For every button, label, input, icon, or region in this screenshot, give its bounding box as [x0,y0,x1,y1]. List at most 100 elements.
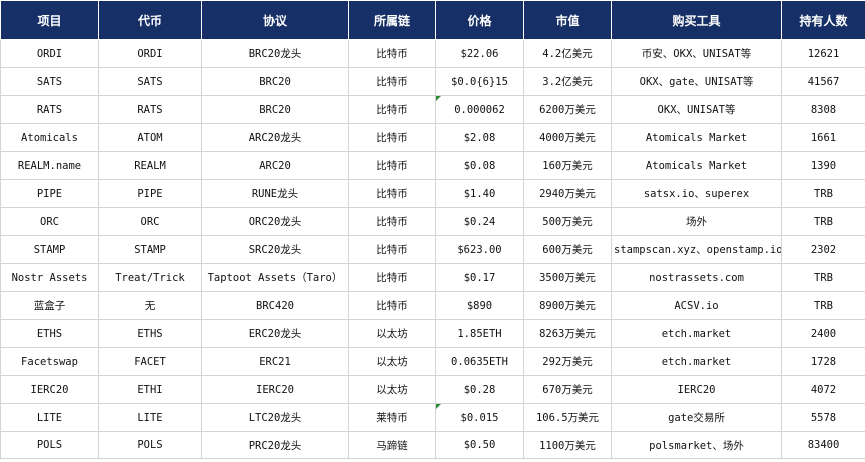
cell-holders: 83400 [781,431,865,459]
cell-protocol: LTC20龙头 [201,403,349,432]
cell-price: $623.00 [435,235,524,264]
cell-buy-tools: IERC20 [611,375,782,404]
table-row: 蓝盒子无 BRC420 比特币 $890 8900万美元 ACSV.io TRB [0,291,865,320]
cell-project: IERC20 [0,375,99,404]
cell-holders: 41567 [781,67,865,96]
col-header-holders: 持有人数 [781,0,865,40]
cell-price: $890 [435,291,524,320]
cell-protocol: ERC21 [201,347,349,376]
cell-project: REALM.name [0,151,99,180]
cell-buy-tools: nostrassets.com [611,263,782,292]
cell-market-cap: 8900万美元 [523,291,612,320]
cell-holders: TRB [781,179,865,208]
cell-project: ORC [0,207,99,236]
cell-price: $0.28 [435,375,524,404]
cell-chain: 比特币 [348,291,436,320]
cell-protocol: BRC20 [201,95,349,124]
cell-token: SATS [98,67,202,96]
cell-holders: 1390 [781,151,865,180]
cell-token: ETHS [98,319,202,348]
cell-project: Facetswap [0,347,99,376]
cell-protocol: ORC20龙头 [201,207,349,236]
cell-project: STAMP [0,235,99,264]
cell-project: Nostr Assets [0,263,99,292]
table-row: SATS SATS BRC20 比特币 $0.0{6}15 3.2亿美元 OKX、gate、… [0,67,865,96]
cell-project: POLS [0,431,99,459]
cell-protocol: PRC20龙头 [201,431,349,459]
cell-project: ORDI [0,39,99,68]
cell-market-cap: 600万美元 [523,235,612,264]
cell-price: $2.08 [435,123,524,152]
cell-holders: 2400 [781,319,865,348]
cell-price: $22.06 [435,39,524,68]
cell-buy-tools: ACSV.io [611,291,782,320]
cell-protocol: IERC20 [201,375,349,404]
cell-token: 无 [98,291,202,320]
table-row: Atomicals ATOM ARC20龙头 比特币 $2.08 4000万美元 Atomi… [0,123,865,152]
col-header-protocol: 协议 [201,0,349,40]
cell-market-cap: 6200万美元 [523,95,612,124]
cell-chain: 比特币 [348,39,436,68]
table-row: REALM.name REALM ARC20 比特币 $0.08 160万美元 Atomic… [0,151,865,180]
header-row: 项目 代币 协议 所属链 价格 市值 购买工具 持有人数 [0,0,865,40]
col-header-buy-tools: 购买工具 [611,0,782,40]
cell-holders: 4072 [781,375,865,404]
cell-price: $0.24 [435,207,524,236]
cell-protocol: Taptoot Assets（Taro） [201,263,349,292]
cell-market-cap: 1100万美元 [523,431,612,459]
cell-project: 蓝盒子 [0,291,99,320]
cell-price: 0.0635ETH [435,347,524,376]
table-row: STAMP STAMP SRC20龙头 比特币 $623.00 600万美元 stampsc… [0,235,865,264]
cell-token: ATOM [98,123,202,152]
table-row: POLS POLS PRC20龙头 马蹄链 $0.50 1100万美元 polsmarket… [0,431,865,459]
cell-market-cap: 3.2亿美元 [523,67,612,96]
cell-holders: 2302 [781,235,865,264]
cell-token: LITE [98,403,202,432]
cell-protocol: ARC20 [201,151,349,180]
cell-market-cap: 500万美元 [523,207,612,236]
cell-protocol: SRC20龙头 [201,235,349,264]
cell-buy-tools: 场外 [611,207,782,236]
cell-protocol: BRC20龙头 [201,39,349,68]
cell-protocol: BRC20 [201,67,349,96]
cell-holders: TRB [781,207,865,236]
table-row: PIPE PIPE RUNE龙头 比特币 $1.40 2940万美元 satsx.io、su… [0,179,865,208]
cell-chain: 莱特币 [348,403,436,432]
cell-buy-tools: etch.market [611,347,782,376]
cell-token: Treat/Trick [98,263,202,292]
table-row: RATS RATS BRC20 比特币 0.000062 6200万美元 OKX、UNISA… [0,95,865,124]
table-row: Facetswap FACET ERC21 以太坊 0.0635ETH 292万美元 etc… [0,347,865,376]
table-row: ORDI ORDI BRC20龙头 比特币 $22.06 4.2亿美元 币安、OKX、UNI… [0,39,865,68]
col-header-market-cap: 市值 [523,0,612,40]
cell-buy-tools: Atomicals Market [611,123,782,152]
cell-token: ORDI [98,39,202,68]
cell-protocol: BRC420 [201,291,349,320]
cell-chain: 比特币 [348,151,436,180]
cell-chain: 马蹄链 [348,431,436,459]
cell-chain: 比特币 [348,263,436,292]
cell-holders: 12621 [781,39,865,68]
cell-protocol: ARC20龙头 [201,123,349,152]
cell-buy-tools: satsx.io、superex [611,179,782,208]
cell-market-cap: 4.2亿美元 [523,39,612,68]
token-table: 项目 代币 协议 所属链 价格 市值 购买工具 持有人数 ORDI ORDI BRC… [0,0,865,459]
table-row: ORC ORC ORC20龙头 比特币 $0.24 500万美元 场外 TRB [0,207,865,236]
cell-chain: 比特币 [348,207,436,236]
col-header-project: 项目 [0,0,99,40]
cell-buy-tools: Atomicals Market [611,151,782,180]
cell-price: $0.08 [435,151,524,180]
cell-project: Atomicals [0,123,99,152]
cell-market-cap: 3500万美元 [523,263,612,292]
cell-market-cap: 4000万美元 [523,123,612,152]
cell-holders: 5578 [781,403,865,432]
col-header-price: 价格 [435,0,524,40]
col-header-token: 代币 [98,0,202,40]
cell-chain: 比特币 [348,179,436,208]
col-header-chain: 所属链 [348,0,436,40]
cell-token: REALM [98,151,202,180]
cell-price: $1.40 [435,179,524,208]
cell-chain: 以太坊 [348,319,436,348]
cell-price: $0.015 [435,403,524,432]
cell-chain: 以太坊 [348,375,436,404]
cell-market-cap: 8263万美元 [523,319,612,348]
